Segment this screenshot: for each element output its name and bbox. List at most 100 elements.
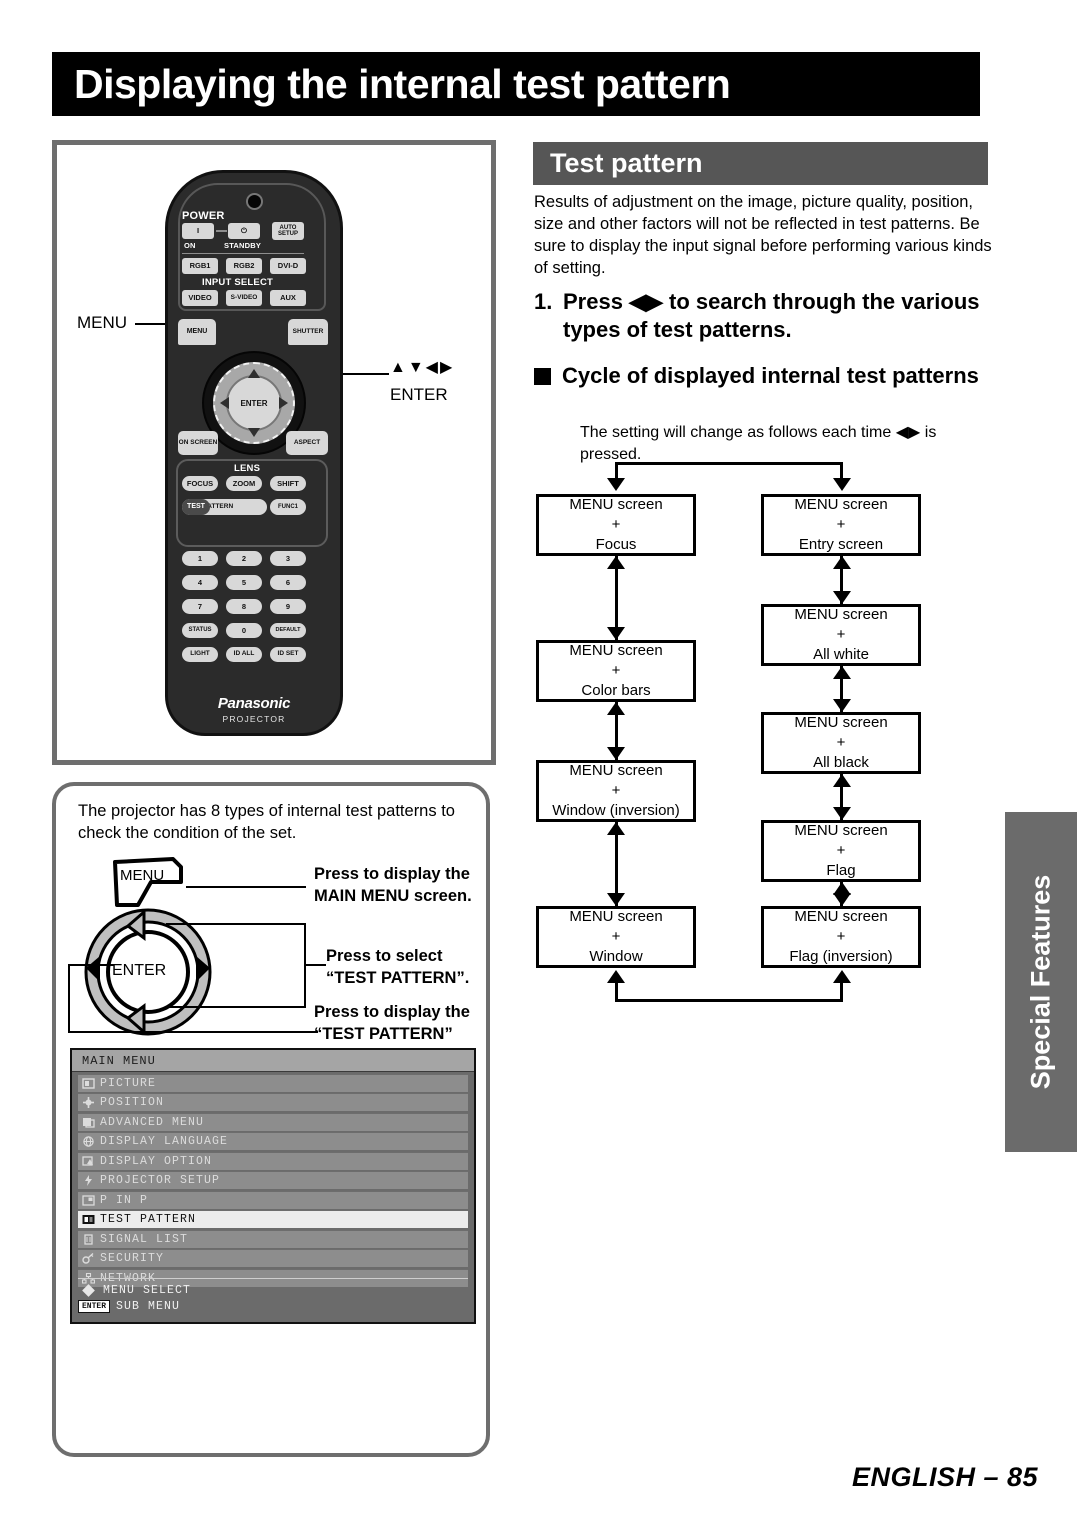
num-4-button[interactable]: 4 (182, 575, 218, 590)
id-set-button[interactable]: ID SET (270, 647, 306, 662)
num-1-button[interactable]: 1 (182, 551, 218, 566)
flow-box-prefix: MENU screen (569, 908, 663, 926)
menu-key-graphic[interactable]: MENU (111, 856, 186, 909)
flow-box-left-2: MENU screen + Window (inversion) (536, 760, 696, 822)
dvid-button[interactable]: DVI-D (270, 258, 306, 274)
panel-divider (182, 253, 304, 254)
display-leader-out (68, 1031, 318, 1033)
test-button[interactable]: TEST (182, 499, 210, 515)
rgb2-button[interactable]: RGB2 (226, 258, 262, 274)
osd-item-projector-setup[interactable]: PROJECTOR SETUP (78, 1171, 468, 1189)
power-label: POWER (182, 210, 225, 222)
num-6-button[interactable]: 6 (270, 575, 306, 590)
step-1-number: 1. (534, 289, 553, 314)
dpad-left-icon[interactable] (220, 397, 229, 409)
test-pattern-header-label: Test pattern (550, 148, 703, 178)
flow-box-value: Focus (595, 535, 637, 553)
num-9-button[interactable]: 9 (270, 599, 306, 614)
flow-box-right-3: MENU screen + Flag (761, 820, 921, 882)
osd-item-security[interactable]: SECURITY (78, 1249, 468, 1267)
flow-box-value: Entry screen (798, 535, 884, 553)
on-screen-button[interactable]: ON SCREEN (178, 431, 218, 455)
flow-box-plus: + (611, 782, 621, 800)
dpad-down-icon[interactable] (248, 428, 260, 437)
zoom-button[interactable]: ZOOM (226, 476, 262, 491)
power-on-button[interactable]: I (182, 223, 214, 239)
flow-arrow-down-l2 (607, 893, 625, 906)
flow-box-left-0: MENU screen + Focus (536, 494, 696, 556)
enter-key-label: ENTER (112, 962, 167, 979)
flow-arrow-down-r2 (833, 807, 851, 820)
osd-item-advanced-menu[interactable]: ADVANCED MENU (78, 1112, 468, 1131)
auto-setup-button[interactable]: AUTO SETUP (272, 222, 304, 240)
flow-bottom-left-stem (615, 983, 618, 1002)
osd-item-p-in-p[interactable]: P IN P (78, 1190, 468, 1209)
callout-enter-label: ENTER (390, 385, 448, 404)
picture-icon (82, 1077, 95, 1089)
osd-item-position[interactable]: POSITION (78, 1093, 468, 1111)
remote-shutter-button[interactable]: SHUTTER (288, 319, 328, 345)
shift-button[interactable]: SHIFT (270, 476, 306, 491)
num-2-button[interactable]: 2 (226, 551, 262, 566)
num-7-button[interactable]: 7 (182, 599, 218, 614)
flow-box-left-1: MENU screen + Color bars (536, 640, 696, 702)
status-button[interactable]: STATUS (182, 623, 218, 638)
flow-arrow-down-l1 (607, 747, 625, 760)
remote-menu-button[interactable]: MENU (178, 319, 216, 345)
osd-item-picture[interactable]: PICTURE (78, 1073, 468, 1092)
aspect-button[interactable]: ASPECT (286, 431, 328, 455)
power-standby-button[interactable]: ⏻ (228, 223, 260, 239)
remote-enter-button[interactable]: ENTER (226, 375, 282, 431)
default-button[interactable]: DEFAULT (270, 623, 306, 638)
flow-box-plus: + (611, 516, 621, 534)
remote-control-body: POWER I ⏻ AUTO SETUP ON STANDBY RGB1 RGB… (165, 170, 343, 736)
osd-item-display-language[interactable]: DISPLAY LANGUAGE (78, 1132, 468, 1150)
display-option-icon (82, 1155, 95, 1167)
svideo-button[interactable]: S-VIDEO (226, 290, 262, 306)
osd-item-display-option[interactable]: DISPLAY OPTION (78, 1151, 468, 1170)
flow-box-prefix: MENU screen (569, 496, 663, 514)
remote-illustration-frame: MENU ▲▼◀▶ ENTER POWER I ⏻ AUTO SETUP ON … (52, 140, 496, 765)
flow-arrow-up-r0 (833, 556, 851, 569)
menu-key-label: MENU (120, 867, 165, 884)
video-button[interactable]: VIDEO (182, 290, 218, 306)
light-button[interactable]: LIGHT (182, 647, 218, 662)
enter-wheel-graphic[interactable]: ENTER (84, 908, 212, 1036)
osd-item-signal-list[interactable]: SIGNAL LIST (78, 1229, 468, 1248)
step-1-text: Press ◀▶ to search through the various t… (563, 289, 980, 342)
rgb1-button[interactable]: RGB1 (182, 258, 218, 274)
cycle-heading: Cycle of displayed internal test pattern… (534, 362, 994, 390)
flow-box-left-3: MENU screen + Window (536, 906, 696, 968)
step-1: 1. Press ◀▶ to search through the variou… (534, 288, 994, 343)
id-all-button[interactable]: ID ALL (226, 647, 262, 662)
osd-footer-select-label: MENU SELECT (103, 1284, 192, 1297)
flow-box-plus: + (611, 928, 621, 946)
focus-button[interactable]: FOCUS (182, 476, 218, 491)
num-3-button[interactable]: 3 (270, 551, 306, 566)
p-in-p-icon (82, 1194, 95, 1206)
osd-item-label: ADVANCED MENU (100, 1115, 205, 1129)
dpad-up-icon[interactable] (248, 369, 260, 378)
flow-arrow-up-l0 (607, 556, 625, 569)
func1-button[interactable]: FUNC1 (270, 499, 306, 515)
dpad-right-icon[interactable] (279, 397, 288, 409)
flow-bottom-right-stem (840, 983, 843, 1002)
flow-box-right-4: MENU screen + Flag (inversion) (761, 906, 921, 968)
num-0-button[interactable]: 0 (226, 623, 262, 638)
flow-arrow-down-right-top (833, 478, 851, 491)
flow-arrow-up-right-bottom (833, 970, 851, 983)
page-title: Displaying the internal test pattern (74, 60, 731, 107)
select-leader-stub (304, 964, 326, 966)
signal-list-icon (82, 1233, 95, 1245)
flow-box-value: Flag (inversion) (789, 947, 893, 965)
flow-box-plus: + (836, 842, 846, 860)
key-icon (82, 1252, 95, 1264)
aux-button[interactable]: AUX (270, 290, 306, 306)
num-5-button[interactable]: 5 (226, 575, 262, 590)
num-8-button[interactable]: 8 (226, 599, 262, 614)
brand-subtitle: PROJECTOR (222, 714, 286, 724)
flow-arrow-up-l2 (607, 822, 625, 835)
flow-top-connector (615, 462, 843, 465)
osd-item-test-pattern[interactable]: TEST PATTERN (78, 1210, 468, 1228)
advanced-menu-icon (82, 1117, 95, 1128)
